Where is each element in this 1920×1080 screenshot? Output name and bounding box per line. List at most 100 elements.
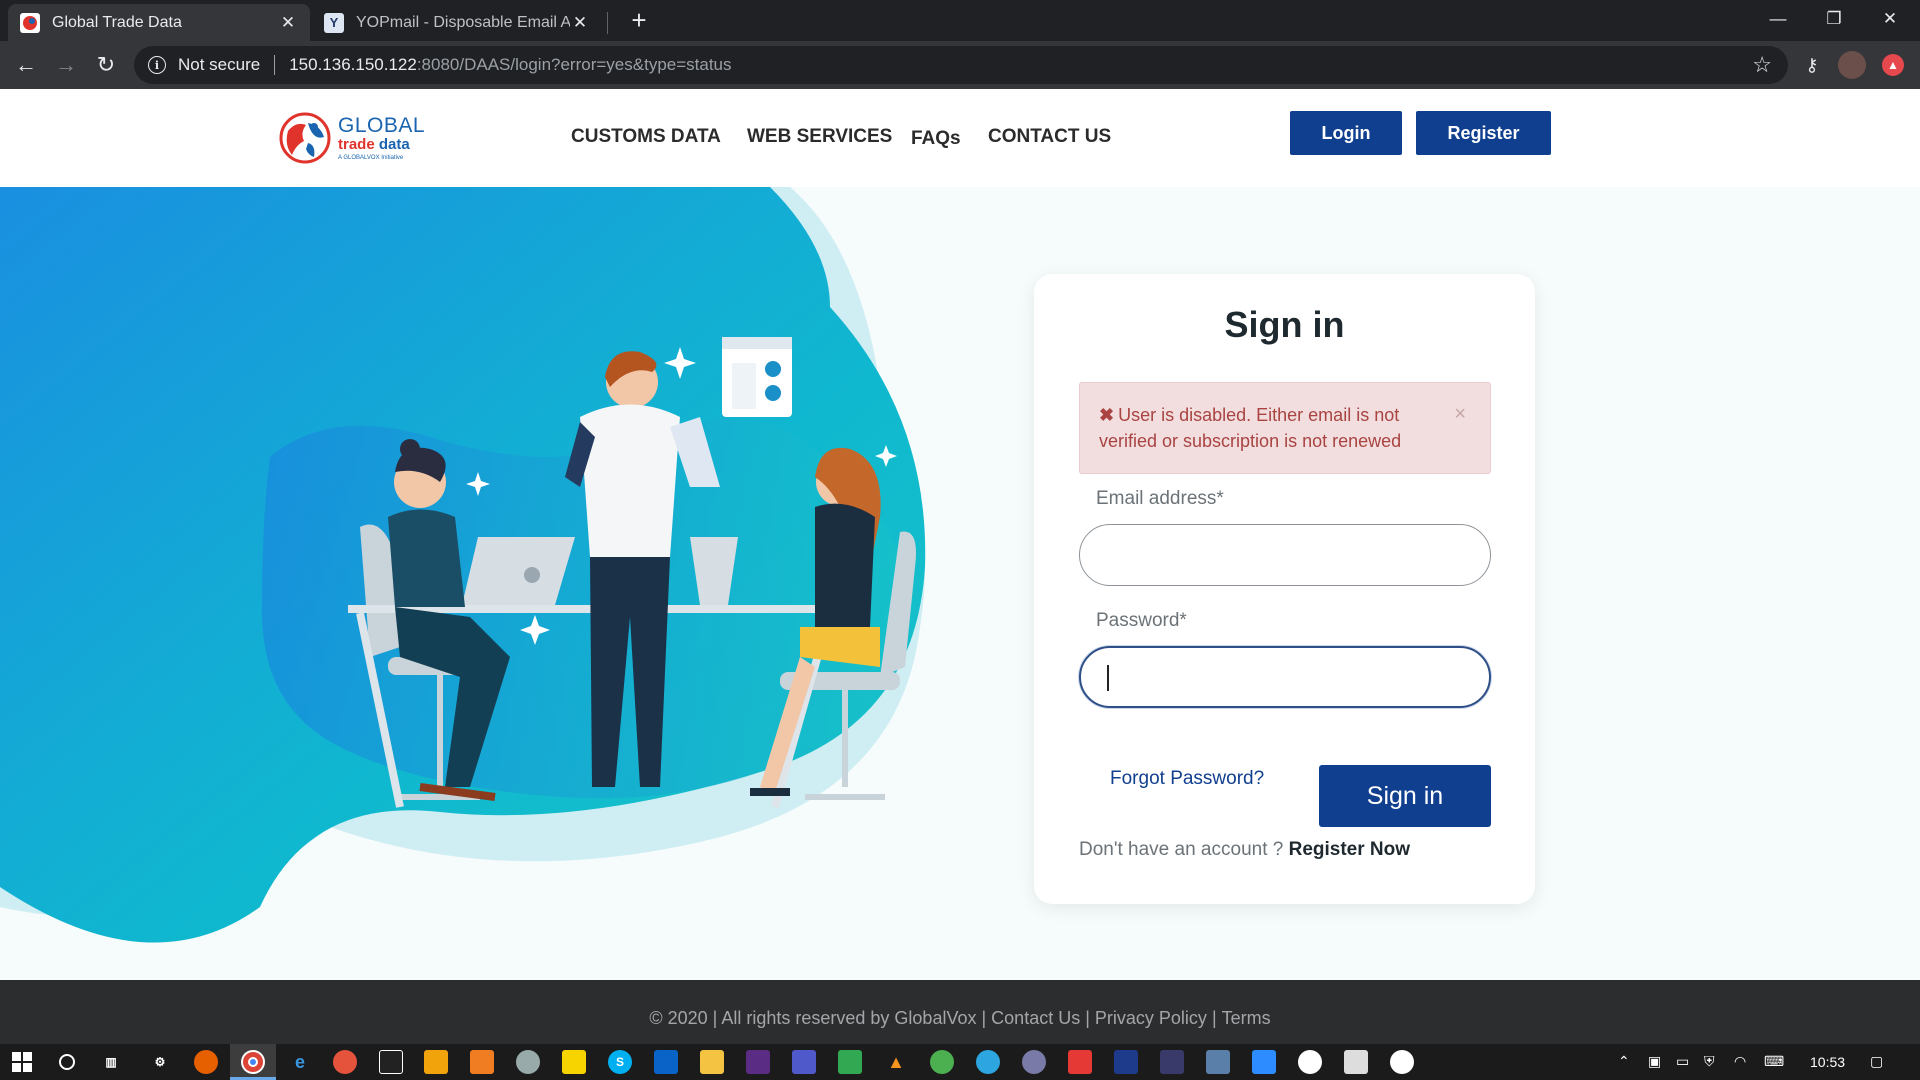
tab-title: Global Trade Data (52, 13, 182, 31)
notifications-icon[interactable]: ▢ (1870, 1053, 1883, 1070)
zoom-icon[interactable] (1252, 1050, 1276, 1074)
text-caret (1107, 665, 1109, 691)
login-button[interactable]: Login (1290, 111, 1402, 155)
app-icon[interactable] (1114, 1050, 1138, 1074)
password-label: Password* (1096, 610, 1187, 631)
wifi-icon[interactable]: ◠ (1734, 1053, 1746, 1070)
yopmail-icon: Y (324, 12, 344, 33)
task-view-icon[interactable]: ▥ (99, 1050, 123, 1074)
footer-privacy-link[interactable]: Privacy Policy (1095, 1008, 1207, 1029)
settings-gear-icon[interactable]: ⚙ (148, 1050, 172, 1074)
register-now-link[interactable]: Register Now (1289, 839, 1410, 860)
extension-icon[interactable]: ▲ (1882, 54, 1904, 76)
file-explorer-icon[interactable] (700, 1050, 724, 1074)
signin-title: Sign in (1224, 304, 1345, 345)
password-field[interactable] (1079, 646, 1491, 708)
close-tab-icon[interactable]: ✕ (278, 13, 298, 33)
register-button[interactable]: Register (1416, 111, 1551, 155)
chrome-icon[interactable] (241, 1050, 265, 1074)
copyright-text: © 2020 | All rights reserved by GlobalVo… (649, 1007, 977, 1028)
bookmark-star-icon[interactable]: ☆ (1752, 52, 1772, 78)
logo-tagline: A GLOBALVOX Initiative (338, 155, 404, 161)
error-message: User is disabled. Either email is not ve… (1099, 405, 1402, 451)
key-icon[interactable]: ⚷ (1798, 51, 1826, 79)
app-icon[interactable] (1344, 1050, 1368, 1074)
firefox-icon[interactable] (194, 1050, 218, 1074)
forgot-password-link[interactable]: Forgot Password? (1110, 768, 1264, 790)
search-icon[interactable] (55, 1050, 79, 1074)
battery-icon[interactable]: ▭ (1676, 1053, 1689, 1070)
new-tab-icon[interactable]: + (624, 6, 654, 36)
app-icon[interactable] (1298, 1050, 1322, 1074)
app-icon[interactable] (333, 1050, 357, 1074)
close-tab-icon[interactable]: ✕ (570, 13, 590, 33)
outlook-icon[interactable] (654, 1050, 678, 1074)
phpstorm-icon[interactable] (746, 1050, 770, 1074)
app-icon[interactable] (1390, 1050, 1414, 1074)
no-account-text: Don't have an account ? Register Now (1079, 839, 1410, 861)
error-x-icon: ✖ (1099, 405, 1115, 425)
nav-contact-us[interactable]: CONTACT US (988, 126, 1111, 148)
defender-icon[interactable]: ⛨ (1704, 1053, 1715, 1070)
profile-avatar[interactable] (1838, 51, 1866, 79)
utorrent-icon[interactable] (930, 1050, 954, 1074)
logo-trade: trade (338, 136, 375, 153)
vlc-icon[interactable]: ▲ (884, 1050, 908, 1074)
team-illustration (0, 187, 926, 943)
restore-icon[interactable]: ❐ (1806, 0, 1862, 38)
url-path: :8080/DAAS/login?error=yes&type=status (416, 55, 732, 74)
forward-icon[interactable]: → (50, 49, 82, 81)
teams-icon[interactable] (792, 1050, 816, 1074)
sticky-notes-icon[interactable] (562, 1050, 586, 1074)
footer-terms-link[interactable]: Terms (1222, 1008, 1271, 1029)
keyboard-icon[interactable]: ⌨ (1764, 1053, 1784, 1070)
windows-start-icon[interactable] (10, 1050, 34, 1074)
tab-title: YOPmail - Disposable Email Addr (356, 13, 570, 31)
url-host: 150.136.150.122 (289, 55, 417, 74)
app-icon[interactable] (1206, 1050, 1230, 1074)
footer-contact-link[interactable]: Contact Us (991, 1008, 1080, 1029)
chevron-up-icon[interactable]: ⌃ (1618, 1053, 1630, 1070)
sublime-icon[interactable] (424, 1050, 448, 1074)
minimize-icon[interactable]: — (1750, 0, 1806, 38)
app-icon[interactable] (838, 1050, 862, 1074)
app-icon[interactable] (1160, 1050, 1184, 1074)
no-account-label: Don't have an account ? (1079, 839, 1284, 860)
skype-icon[interactable]: S (608, 1050, 632, 1074)
terminal-icon[interactable] (379, 1050, 403, 1074)
clock[interactable]: 10:53 (1810, 1054, 1845, 1070)
signin-card: Sign in ✖ User is disabled. Either email … (1034, 274, 1535, 904)
address-bar[interactable]: i Not secure 150.136.150.122:8080/DAAS/l… (134, 46, 1788, 84)
windows-taskbar: ▥ ⚙ e S ▲ ⌃ ▣ ▭ ⛨ ◠ ⌨ 10:53 ▢ (0, 1044, 1920, 1080)
anydesk-icon[interactable] (1068, 1050, 1092, 1074)
reload-icon[interactable]: ↻ (90, 49, 122, 81)
nav-faqs[interactable]: FAQs (911, 128, 961, 150)
site-logo[interactable]: GLOBAL trade data A GLOBALVOX Initiative (278, 110, 438, 166)
globe-logo-icon (279, 112, 331, 164)
tab-separator (607, 12, 608, 34)
nav-web-services[interactable]: WEB SERVICES (747, 126, 892, 148)
close-window-icon[interactable]: ✕ (1862, 0, 1918, 38)
xampp-icon[interactable] (470, 1050, 494, 1074)
back-icon[interactable]: ← (10, 49, 42, 81)
tab-yopmail[interactable]: Y YOPmail - Disposable Email Addr ✕ (312, 4, 602, 41)
site-header: GLOBAL trade data A GLOBALVOX Initiative… (0, 89, 1920, 187)
browser-tab-strip: Global Trade Data ✕ Y YOPmail - Disposab… (0, 0, 1920, 41)
security-label: Not secure (178, 55, 261, 74)
email-field[interactable] (1079, 524, 1491, 586)
globe-icon (20, 12, 40, 33)
app-icon[interactable] (1022, 1050, 1046, 1074)
info-icon[interactable]: i (148, 56, 166, 74)
tab-global-trade-data[interactable]: Global Trade Data ✕ (8, 4, 310, 41)
app-icon[interactable] (516, 1050, 540, 1074)
alert-close-icon[interactable]: × (1454, 401, 1466, 427)
signin-button[interactable]: Sign in (1319, 765, 1491, 827)
email-label: Email address* (1096, 488, 1224, 509)
tray-app-icon[interactable]: ▣ (1648, 1053, 1661, 1070)
site-footer: © 2020 | All rights reserved by GlobalVo… (0, 980, 1920, 1044)
main-content: Sign in ✖ User is disabled. Either email … (0, 187, 1920, 980)
edge-icon[interactable]: e (288, 1050, 312, 1074)
telegram-icon[interactable] (976, 1050, 1000, 1074)
logo-title: GLOBAL (338, 114, 426, 137)
nav-customs-data[interactable]: CUSTOMS DATA (571, 126, 721, 148)
